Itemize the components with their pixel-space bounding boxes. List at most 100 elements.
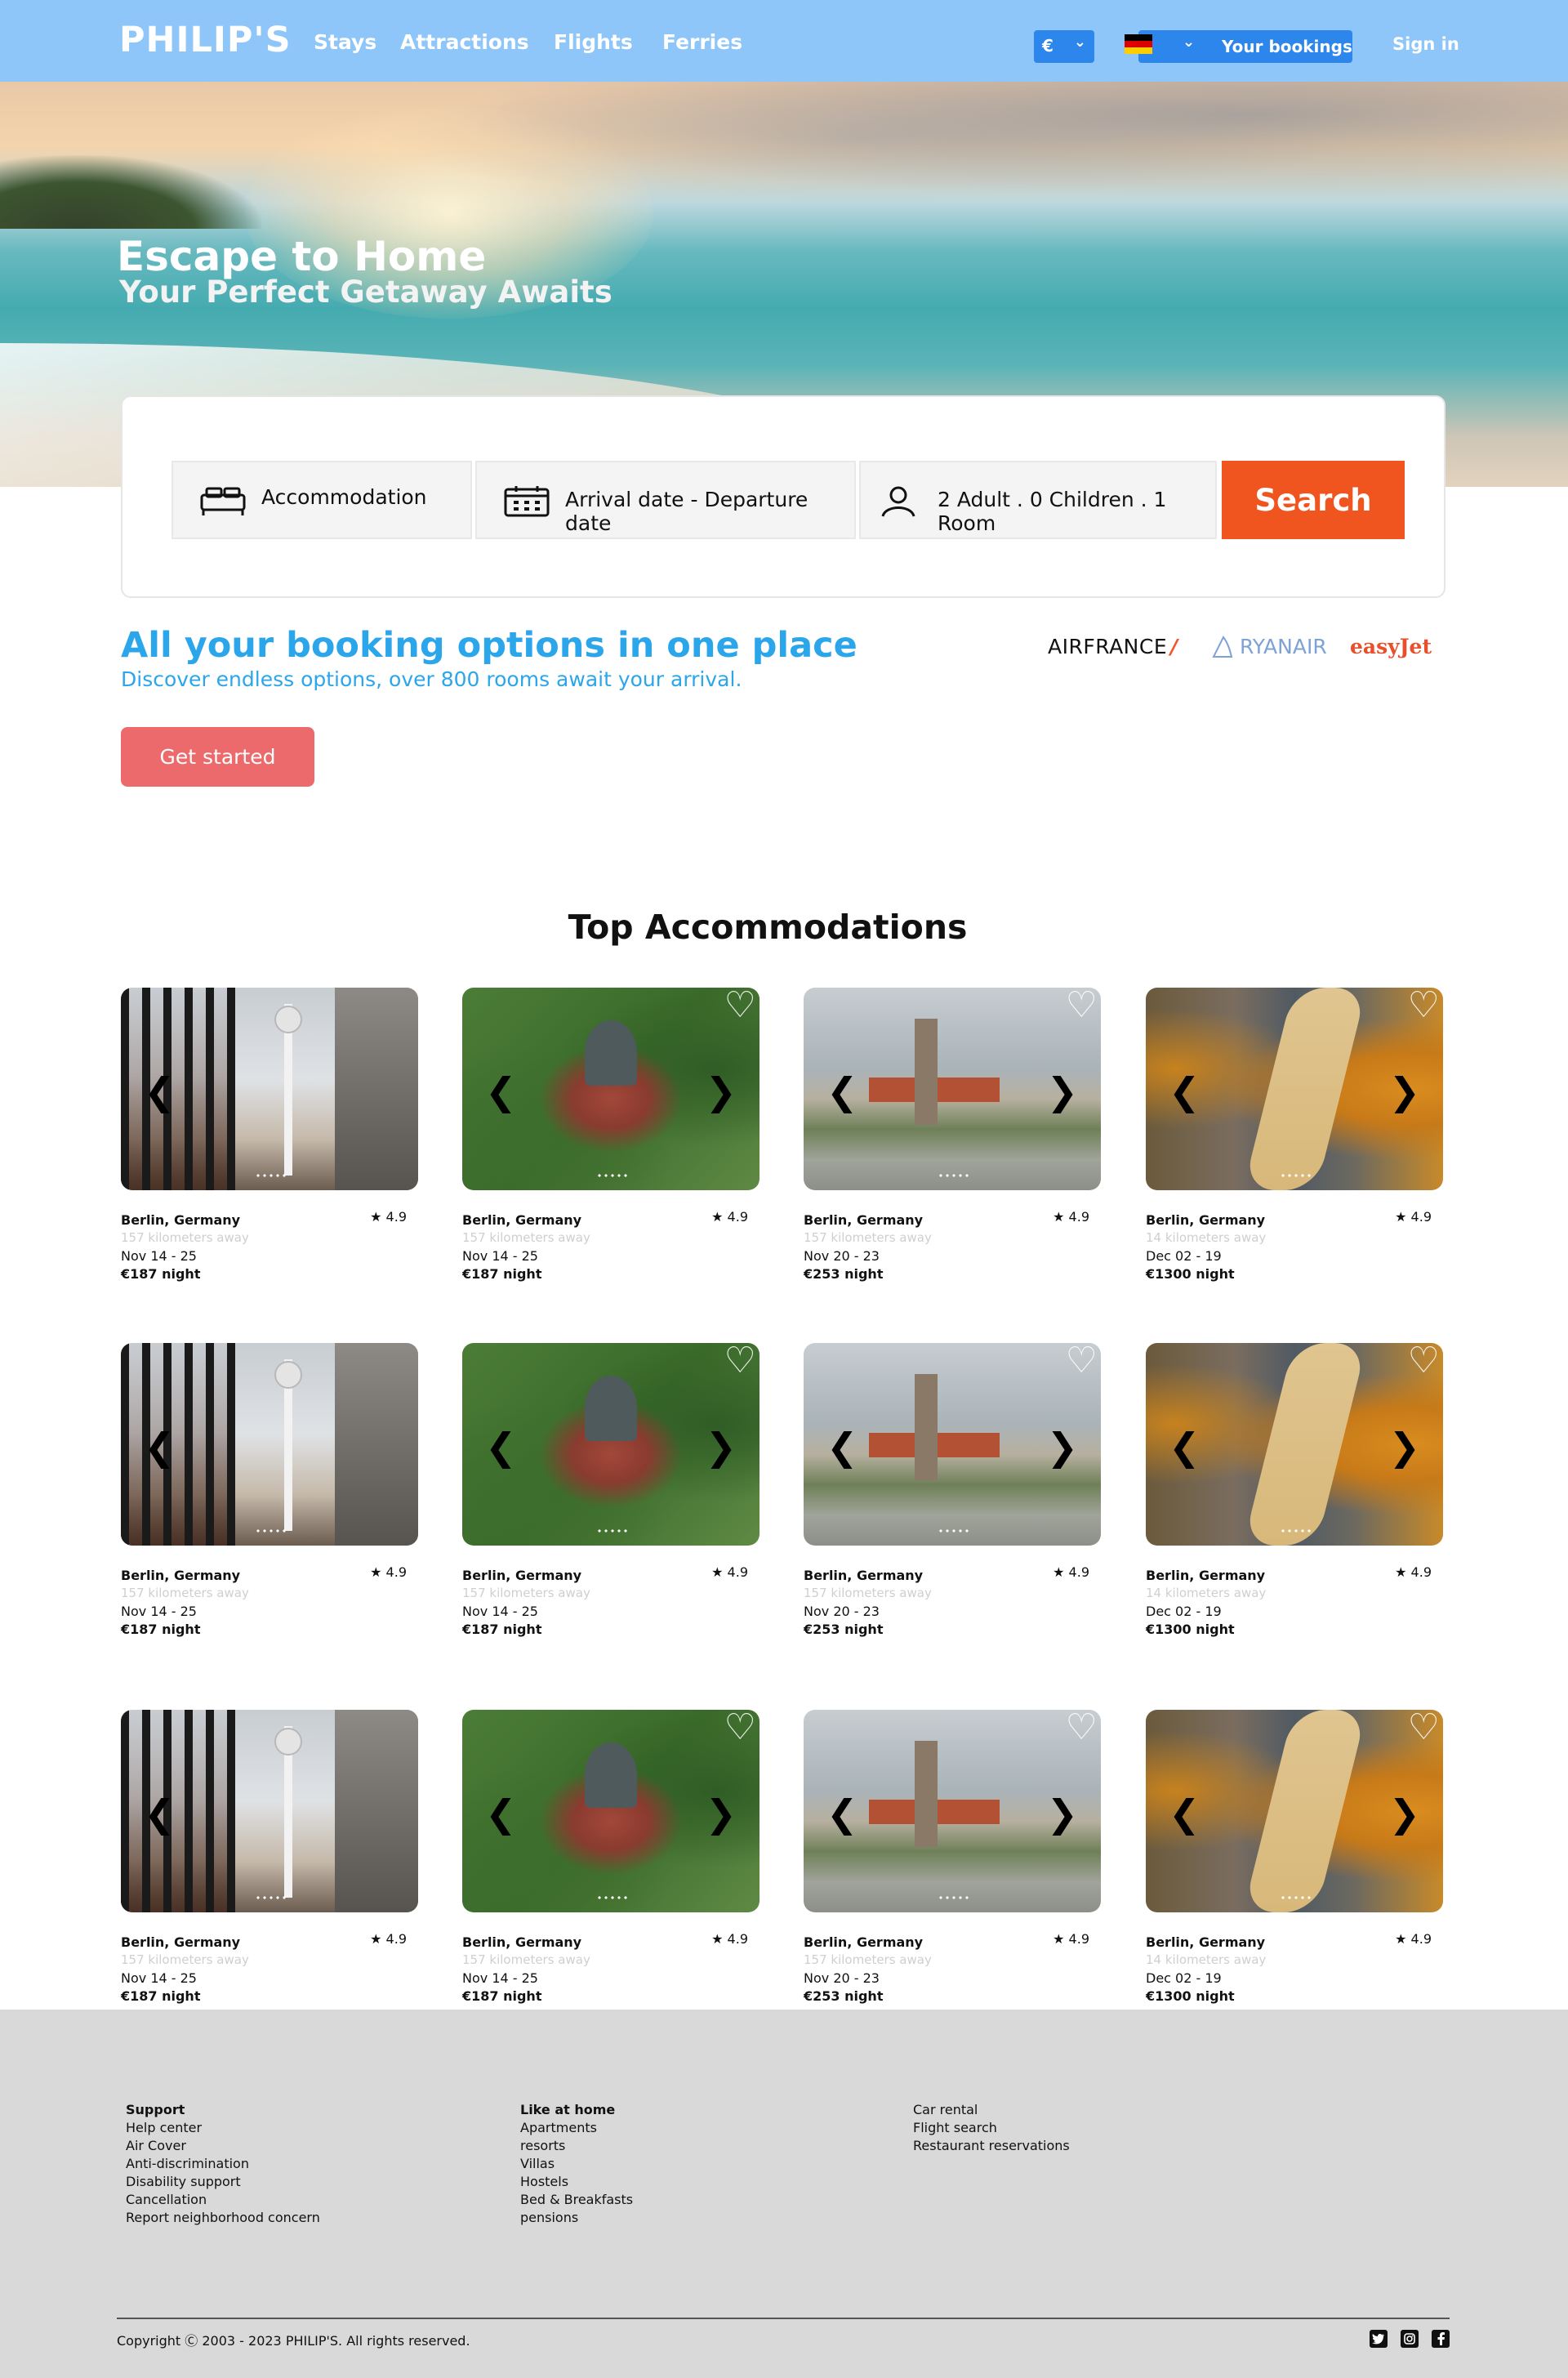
arrow-left-icon[interactable]: ❮ <box>1169 1073 1200 1110</box>
arrow-right-icon[interactable]: ❯ <box>1046 1073 1078 1110</box>
heart-icon[interactable]: ♡ <box>724 1710 756 1746</box>
carousel-dots[interactable] <box>1280 1896 1312 1899</box>
footer-link[interactable]: Hostels <box>520 2173 633 2191</box>
accommodation-card[interactable]: ♡ ❮ ❯ Berlin, Germany ★ 4.9 157 kilometers aw… <box>462 988 760 1282</box>
footer-link[interactable]: Report neighborhood concern <box>126 2209 320 2227</box>
carousel-dots[interactable] <box>938 1896 970 1899</box>
accommodation-photo[interactable]: ♡ ❮ ❯ <box>462 1710 760 1912</box>
currency-select[interactable]: € ⌄ <box>1034 30 1094 63</box>
arrow-left-icon[interactable]: ❮ <box>826 1073 858 1110</box>
carousel-dots[interactable] <box>596 1529 629 1533</box>
footer-link[interactable]: Bed & Breakfasts <box>520 2191 633 2209</box>
arrow-right-icon[interactable]: ❯ <box>1388 1795 1420 1832</box>
arrow-right-icon[interactable]: ❯ <box>705 1795 737 1832</box>
arrow-right-icon[interactable]: ❯ <box>1388 1073 1420 1110</box>
carousel-dots[interactable] <box>1280 1174 1312 1177</box>
germany-flag-icon[interactable] <box>1125 34 1152 54</box>
arrow-left-icon[interactable]: ❮ <box>144 1073 176 1110</box>
arrow-left-icon[interactable]: ❮ <box>485 1073 517 1110</box>
accommodation-photo[interactable]: ♡ ❮ ❯ <box>121 988 418 1190</box>
footer-link[interactable]: Air Cover <box>126 2137 320 2155</box>
carousel-dots[interactable] <box>938 1174 970 1177</box>
arrow-left-icon[interactable]: ❮ <box>485 1795 517 1832</box>
guests-field[interactable]: 2 Adult . 0 Children . 1 Room <box>859 461 1217 539</box>
footer-link[interactable]: resorts <box>520 2137 633 2155</box>
accommodation-field[interactable]: Accommodation <box>172 461 472 539</box>
carousel-dots[interactable] <box>255 1174 287 1177</box>
accommodation-photo[interactable]: ♡ ❮ ❯ <box>121 1710 418 1912</box>
accommodation-photo[interactable]: ♡ ❮ ❯ <box>804 1710 1101 1912</box>
accommodation-photo[interactable]: ♡ ❮ ❯ <box>462 1343 760 1546</box>
carousel-dots[interactable] <box>1280 1529 1312 1533</box>
accommodation-card[interactable]: ♡ ❮ ❯ Berlin, Germany ★ 4.9 157 kilometers aw… <box>804 1710 1101 2004</box>
accommodation-card[interactable]: ♡ ❮ ❯ Berlin, Germany ★ 4.9 157 kilometers aw… <box>121 988 418 1282</box>
accommodation-card[interactable]: ♡ ❮ ❯ Berlin, Germany ★ 4.9 14 kilometers awa… <box>1146 988 1443 1282</box>
arrow-right-icon[interactable]: ❯ <box>363 1795 395 1832</box>
footer-link[interactable]: pensions <box>520 2209 633 2227</box>
footer-link[interactable]: Help center <box>126 2119 320 2137</box>
arrow-left-icon[interactable]: ❮ <box>826 1795 858 1832</box>
search-button[interactable]: Search <box>1222 461 1405 539</box>
twitter-icon[interactable] <box>1370 2330 1388 2348</box>
nav-flights[interactable]: Flights <box>554 30 633 54</box>
arrow-right-icon[interactable]: ❯ <box>705 1428 737 1466</box>
arrow-left-icon[interactable]: ❮ <box>1169 1428 1200 1466</box>
bookings-button[interactable]: ⌄ Your bookings <box>1138 30 1352 63</box>
arrow-right-icon[interactable]: ❯ <box>1046 1428 1078 1466</box>
accommodation-card[interactable]: ♡ ❮ ❯ Berlin, Germany ★ 4.9 157 kilometers aw… <box>121 1710 418 2004</box>
arrow-left-icon[interactable]: ❮ <box>144 1795 176 1832</box>
carousel-dots[interactable] <box>596 1896 629 1899</box>
arrow-left-icon[interactable]: ❮ <box>826 1428 858 1466</box>
heart-icon[interactable]: ♡ <box>383 1710 415 1746</box>
accommodation-photo[interactable]: ♡ ❮ ❯ <box>121 1343 418 1546</box>
arrow-left-icon[interactable]: ❮ <box>144 1428 176 1466</box>
nav-stays[interactable]: Stays <box>314 30 376 54</box>
accommodation-photo[interactable]: ♡ ❮ ❯ <box>1146 1343 1443 1546</box>
signin-link[interactable]: Sign in <box>1392 34 1459 54</box>
heart-icon[interactable]: ♡ <box>383 1343 415 1379</box>
heart-icon[interactable]: ♡ <box>1066 1343 1098 1379</box>
footer-link[interactable]: Flight search <box>913 2119 1070 2137</box>
accommodation-card[interactable]: ♡ ❮ ❯ Berlin, Germany ★ 4.9 157 kilometers aw… <box>462 1343 760 1637</box>
accommodation-photo[interactable]: ♡ ❮ ❯ <box>804 988 1101 1190</box>
facebook-icon[interactable] <box>1432 2330 1450 2348</box>
date-range-field[interactable]: Arrival date - Departure date <box>475 461 856 539</box>
arrow-right-icon[interactable]: ❯ <box>363 1073 395 1110</box>
accommodation-photo[interactable]: ♡ ❮ ❯ <box>1146 1710 1443 1912</box>
arrow-left-icon[interactable]: ❮ <box>485 1428 517 1466</box>
footer-link[interactable]: Anti-discrimination <box>126 2155 320 2173</box>
heart-icon[interactable]: ♡ <box>1408 1710 1440 1746</box>
arrow-right-icon[interactable]: ❯ <box>363 1428 395 1466</box>
arrow-left-icon[interactable]: ❮ <box>1169 1795 1200 1832</box>
accommodation-card[interactable]: ♡ ❮ ❯ Berlin, Germany ★ 4.9 157 kilometers aw… <box>462 1710 760 2004</box>
heart-icon[interactable]: ♡ <box>1408 988 1440 1024</box>
arrow-right-icon[interactable]: ❯ <box>1388 1428 1420 1466</box>
accommodation-card[interactable]: ♡ ❮ ❯ Berlin, Germany ★ 4.9 14 kilometers awa… <box>1146 1343 1443 1637</box>
heart-icon[interactable]: ♡ <box>1408 1343 1440 1379</box>
accommodation-card[interactable]: ♡ ❮ ❯ Berlin, Germany ★ 4.9 157 kilometers aw… <box>121 1343 418 1637</box>
accommodation-photo[interactable]: ♡ ❮ ❯ <box>1146 988 1443 1190</box>
arrow-right-icon[interactable]: ❯ <box>705 1073 737 1110</box>
nav-ferries[interactable]: Ferries <box>662 30 742 54</box>
site-logo[interactable]: PHILIP'S <box>119 20 292 60</box>
arrow-right-icon[interactable]: ❯ <box>1046 1795 1078 1832</box>
accommodation-photo[interactable]: ♡ ❮ ❯ <box>462 988 760 1190</box>
nav-attractions[interactable]: Attractions <box>400 30 529 54</box>
footer-link[interactable]: Restaurant reservations <box>913 2137 1070 2155</box>
footer-link[interactable]: Apartments <box>520 2119 633 2137</box>
accommodation-card[interactable]: ♡ ❮ ❯ Berlin, Germany ★ 4.9 157 kilometers aw… <box>804 1343 1101 1637</box>
heart-icon[interactable]: ♡ <box>1066 1710 1098 1746</box>
heart-icon[interactable]: ♡ <box>1066 988 1098 1024</box>
heart-icon[interactable]: ♡ <box>724 1343 756 1379</box>
carousel-dots[interactable] <box>938 1529 970 1533</box>
heart-icon[interactable]: ♡ <box>383 988 415 1024</box>
footer-link[interactable]: Villas <box>520 2155 633 2173</box>
instagram-icon[interactable] <box>1401 2330 1419 2348</box>
carousel-dots[interactable] <box>596 1174 629 1177</box>
heart-icon[interactable]: ♡ <box>724 988 756 1024</box>
accommodation-photo[interactable]: ♡ ❮ ❯ <box>804 1343 1101 1546</box>
footer-link[interactable]: Car rental <box>913 2101 1070 2119</box>
accommodation-card[interactable]: ♡ ❮ ❯ Berlin, Germany ★ 4.9 14 kilometers awa… <box>1146 1710 1443 2004</box>
accommodation-card[interactable]: ♡ ❮ ❯ Berlin, Germany ★ 4.9 157 kilometers aw… <box>804 988 1101 1282</box>
footer-link[interactable]: Disability support <box>126 2173 320 2191</box>
